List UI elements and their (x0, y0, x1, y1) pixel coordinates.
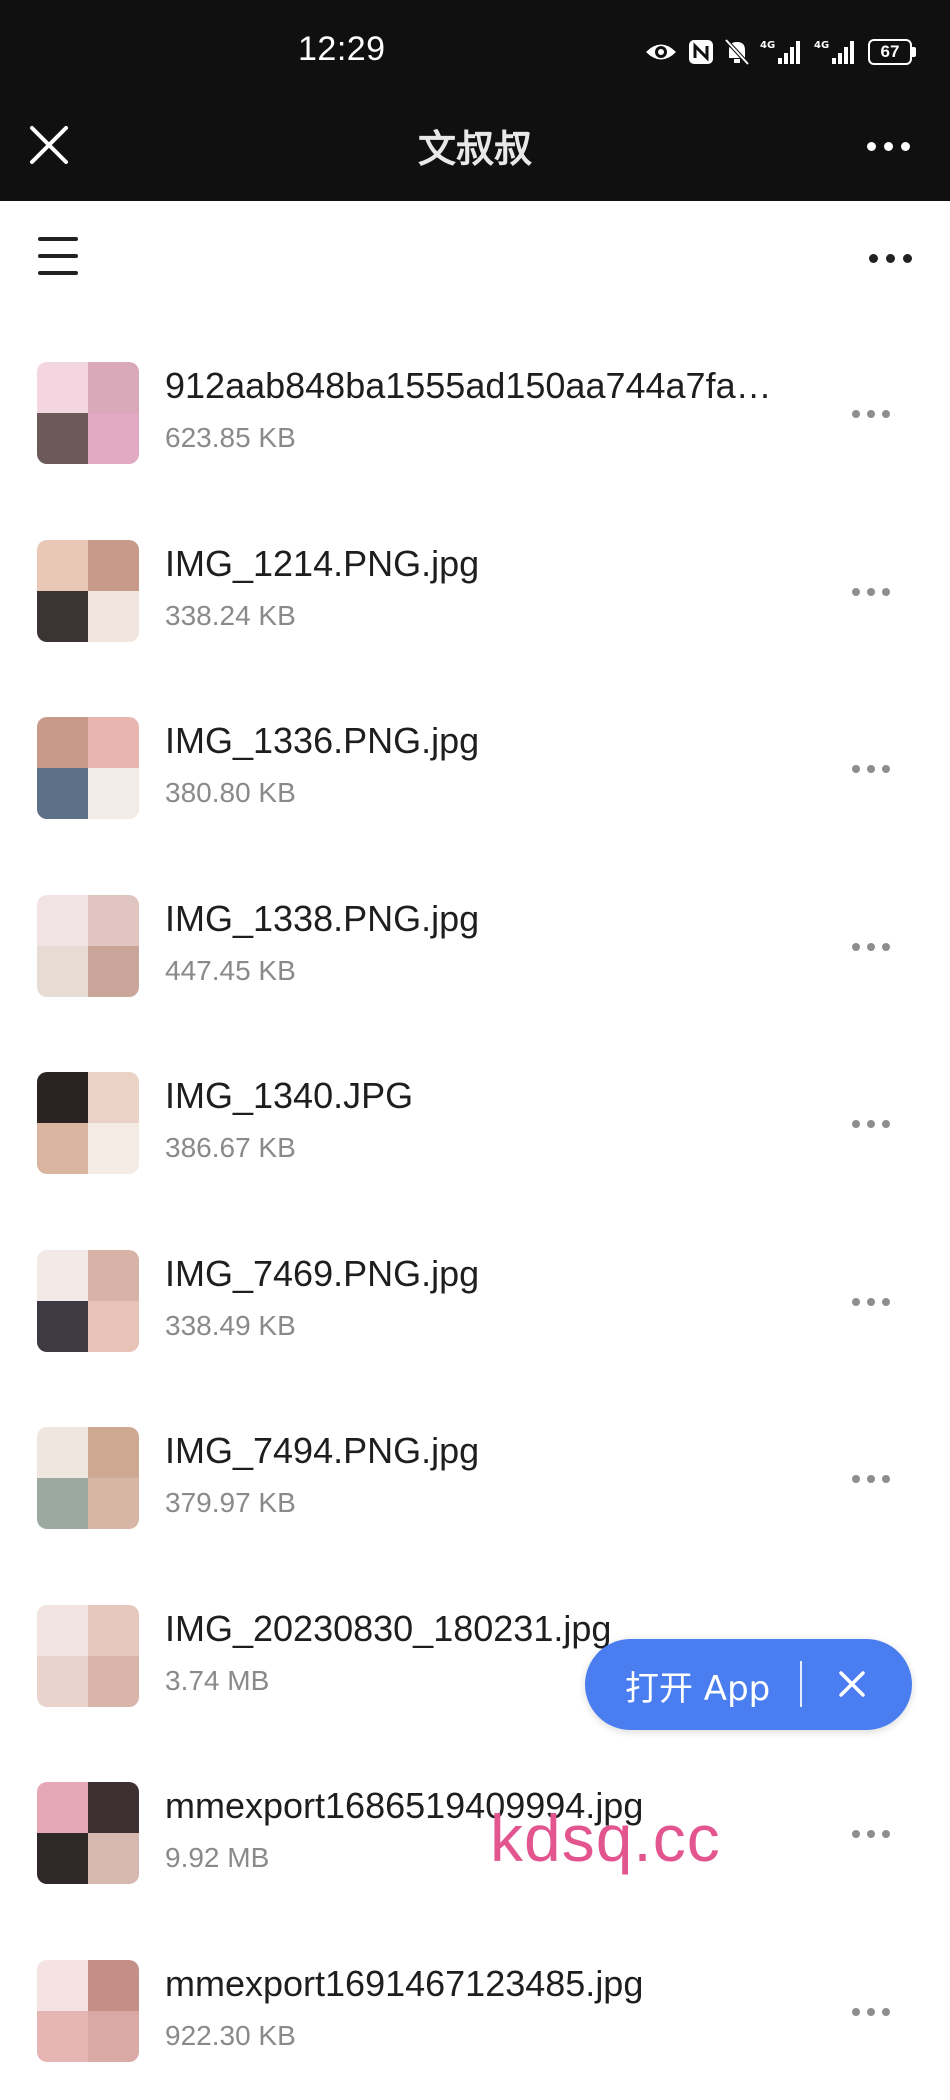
signal-4g-icon: 4G (760, 40, 800, 64)
battery-icon: 67 (868, 39, 916, 65)
file-size: 379.97 KB (165, 1487, 296, 1518)
row-more-icon[interactable] (852, 765, 890, 773)
file-thumbnail (37, 1072, 139, 1174)
file-name: IMG_20230830_180231.jpg (165, 1608, 612, 1649)
file-thumbnail (37, 1250, 139, 1352)
signal-4g-icon: 4G (814, 40, 854, 64)
eye-icon (646, 44, 676, 60)
row-more-icon[interactable] (852, 1298, 890, 1306)
file-thumbnail (37, 1960, 139, 2062)
nfc-icon (689, 40, 713, 64)
svg-text:4G: 4G (814, 40, 829, 51)
file-thumbnail (37, 1427, 139, 1529)
row-more-icon[interactable] (852, 588, 890, 596)
list-item[interactable]: IMG_7494.PNG.jpg 379.97 KB (0, 1390, 950, 1567)
row-more-icon[interactable] (852, 2008, 890, 2016)
file-size: 380.80 KB (165, 777, 296, 808)
open-app-label: 打开 App (625, 1669, 771, 1709)
mute-icon (724, 38, 750, 66)
row-more-icon[interactable] (852, 1475, 890, 1483)
open-app-button[interactable]: 打开 App (585, 1639, 912, 1730)
status-bar: 12:29 4G 4G 67 (0, 0, 950, 100)
file-size: 922.30 KB (165, 2020, 296, 2051)
more-icon[interactable] (867, 142, 910, 151)
file-size: 386.67 KB (165, 1132, 296, 1163)
list-item[interactable]: mmexport1686519409994.jpg 9.92 MB (0, 1745, 950, 1922)
row-more-icon[interactable] (852, 1830, 890, 1838)
file-size: 9.92 MB (165, 1842, 270, 1873)
close-icon[interactable] (836, 1668, 868, 1700)
file-thumbnail (37, 717, 139, 819)
file-name: IMG_7494.PNG.jpg (165, 1430, 480, 1471)
toolbar (0, 201, 950, 311)
list-item[interactable]: IMG_1340.JPG 386.67 KB (0, 1035, 950, 1212)
file-size: 3.74 MB (165, 1665, 270, 1696)
list-item[interactable]: IMG_1336.PNG.jpg 380.80 KB (0, 680, 950, 857)
title-bar: 文叔叔 (0, 100, 950, 201)
file-name: IMG_1214.PNG.jpg (165, 543, 480, 584)
file-name: 912aab848ba1555ad150aa744a7fa… (165, 365, 772, 406)
file-thumbnail (37, 895, 139, 997)
file-name: IMG_1338.PNG.jpg (165, 898, 480, 939)
page-title: 文叔叔 (417, 127, 532, 171)
file-name: IMG_7469.PNG.jpg (165, 1253, 480, 1294)
row-more-icon[interactable] (852, 1120, 890, 1128)
row-more-icon[interactable] (852, 410, 890, 418)
file-thumbnail (37, 1605, 139, 1707)
battery-level: 67 (880, 42, 900, 61)
list-item[interactable]: mmexport1691467123485.jpg 922.30 KB (0, 1923, 950, 2100)
divider (800, 1661, 802, 1707)
list-item[interactable]: IMG_1214.PNG.jpg 338.24 KB (0, 503, 950, 680)
menu-icon[interactable] (38, 237, 78, 277)
file-thumbnail (37, 540, 139, 642)
file-size: 623.85 KB (165, 422, 296, 453)
file-size: 447.45 KB (165, 955, 296, 986)
file-name: IMG_1340.JPG (165, 1075, 414, 1116)
file-size: 338.24 KB (165, 600, 296, 631)
watermark: kdsq.cc (490, 1801, 721, 1875)
file-size: 338.49 KB (165, 1310, 296, 1341)
status-icons: 4G 4G 67 (644, 38, 916, 66)
more-options-icon[interactable] (869, 254, 912, 263)
file-thumbnail (37, 1782, 139, 1884)
file-thumbnail (37, 362, 139, 464)
file-name: mmexport1691467123485.jpg (165, 1963, 644, 2004)
status-time: 12:29 (298, 30, 386, 68)
list-item[interactable]: 912aab848ba1555ad150aa744a7fa… 623.85 KB (0, 325, 950, 502)
list-item[interactable]: IMG_1338.PNG.jpg 447.45 KB (0, 858, 950, 1035)
file-name: IMG_1336.PNG.jpg (165, 720, 480, 761)
list-item[interactable]: IMG_7469.PNG.jpg 338.49 KB (0, 1213, 950, 1390)
svg-text:4G: 4G (760, 40, 775, 51)
row-more-icon[interactable] (852, 943, 890, 951)
